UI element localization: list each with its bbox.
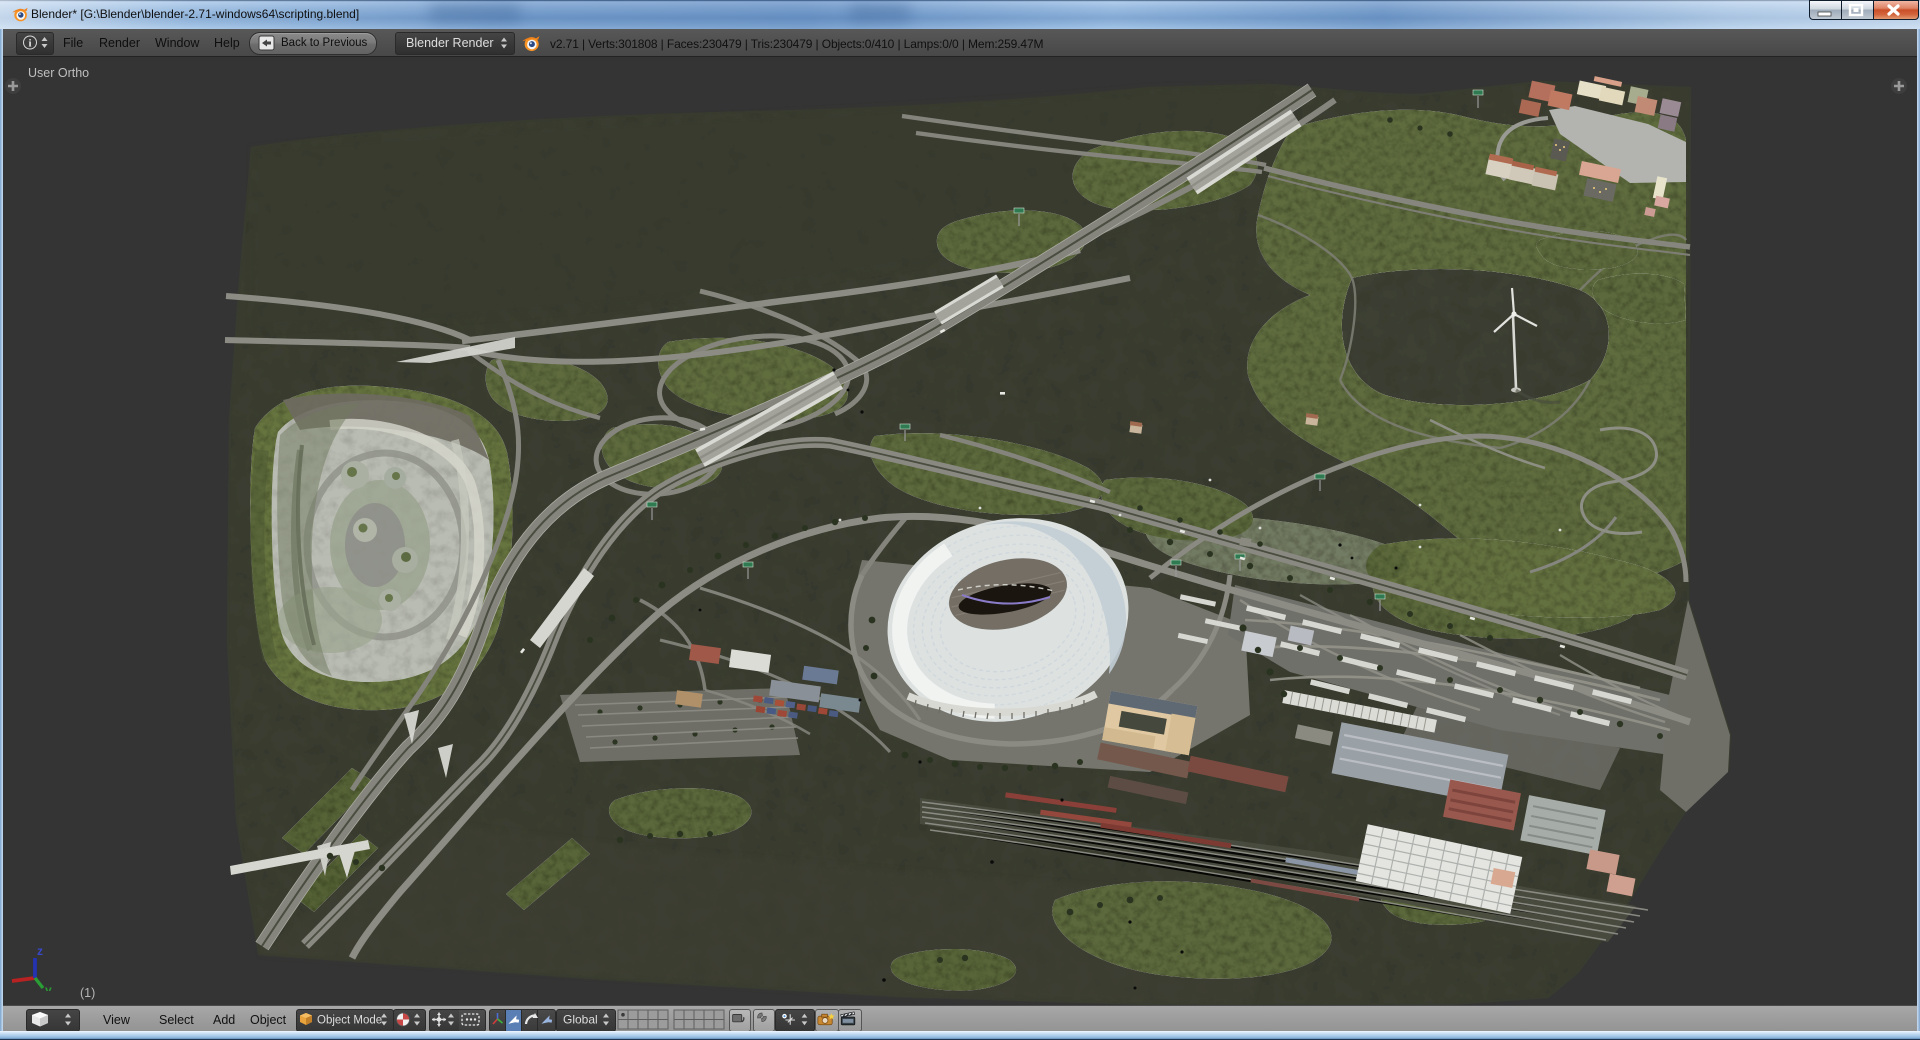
svg-text:z: z bbox=[37, 944, 43, 958]
svg-text:Global: Global bbox=[563, 1013, 598, 1027]
svg-text:Object Mode: Object Mode bbox=[317, 1015, 382, 1027]
svg-text:y: y bbox=[45, 983, 52, 991]
svg-text:i: i bbox=[28, 38, 31, 50]
